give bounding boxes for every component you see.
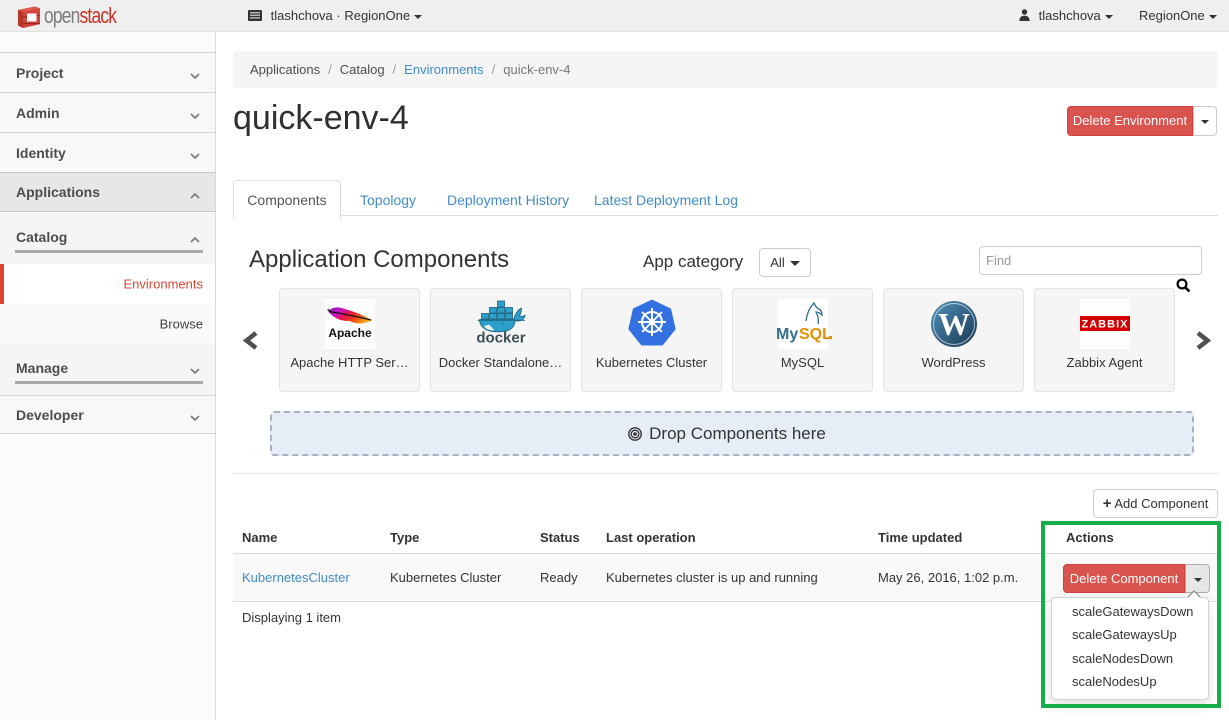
svg-text:Apache: Apache [328, 326, 372, 340]
svg-text:ZABBIX: ZABBIX [1081, 319, 1128, 331]
svg-text:My: My [776, 326, 798, 343]
svg-text:SQL: SQL [799, 326, 832, 343]
svg-text:W: W [938, 306, 970, 342]
svg-text:docker: docker [476, 330, 525, 347]
